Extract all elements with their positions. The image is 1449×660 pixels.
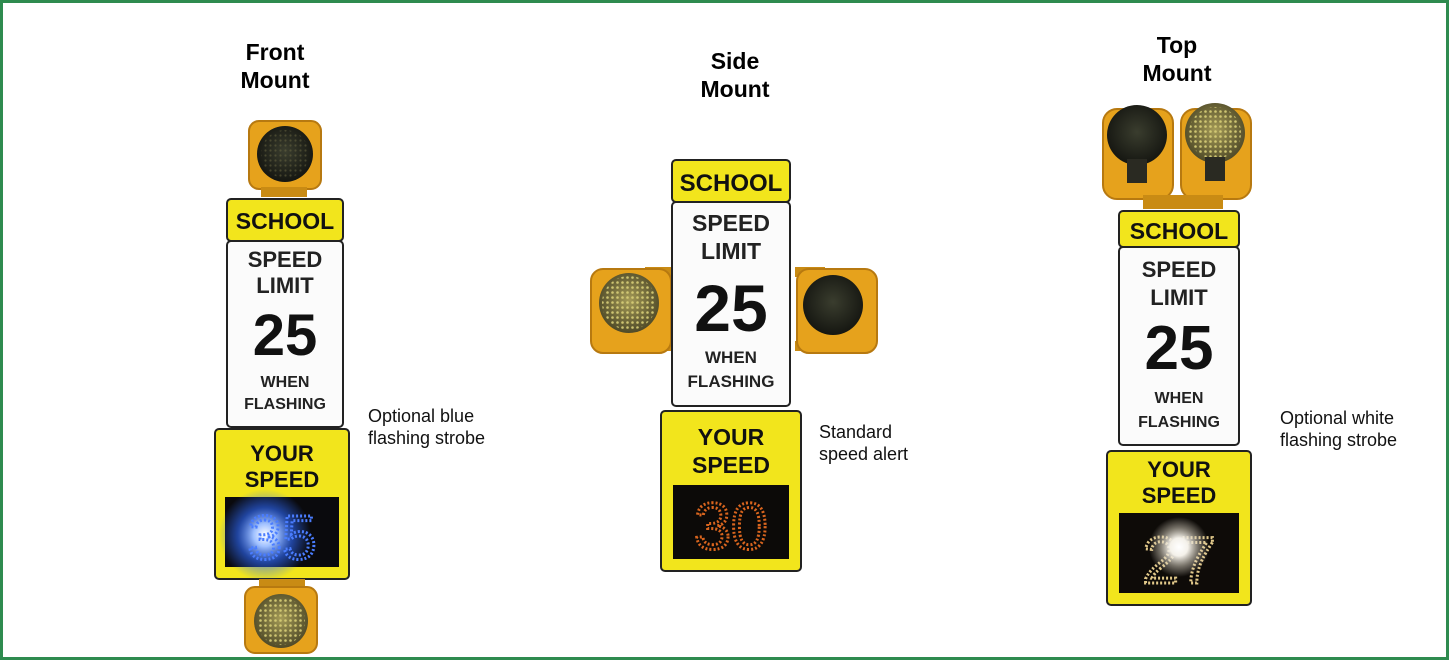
front-caption-line1: Optional blue <box>368 406 475 426</box>
flashing-label: FLASHING <box>688 372 775 391</box>
side-mount-caption: Standard speed alert <box>819 421 908 465</box>
school-label: SCHOOL <box>236 208 334 234</box>
front-mount-assembly: SCHOOL SPEED LIMIT 25 WHEN FLASHING YOUR… <box>214 120 350 654</box>
limit-label: LIMIT <box>701 238 761 264</box>
front-caption-line2: flashing strobe <box>368 428 486 448</box>
side-caption-line2: speed alert <box>819 444 909 464</box>
front-mount-title-line1: Front <box>245 39 305 65</box>
your-speed-display: YOUR SPEED 30 <box>660 410 802 572</box>
beacon-icon <box>1102 105 1174 200</box>
top-mount-title-line1: Top <box>1156 32 1198 58</box>
top-mount-title-line2: Mount <box>1142 60 1212 86</box>
front-mount-title: Front Mount <box>215 38 335 94</box>
speed-label: SPEED <box>1142 257 1217 282</box>
top-mount-caption: Optional white flashing strobe <box>1280 407 1397 451</box>
side-mount-assembly: SCHOOL SPEED LIMIT 25 WHEN FLASHING YOUR… <box>590 159 878 572</box>
speed-display-label: SPEED <box>1142 483 1217 508</box>
top-caption-line2: flashing strobe <box>1280 430 1398 450</box>
speed-display-label: SPEED <box>692 452 770 478</box>
front-mount-caption: Optional blue flashing strobe <box>368 405 485 449</box>
flashing-label: FLASHING <box>1138 414 1220 431</box>
beacon-icon <box>1180 103 1252 200</box>
led-digits-icon: 30 <box>694 489 767 563</box>
your-label: YOUR <box>1147 457 1211 482</box>
your-speed-display: YOUR SPEED 27 <box>1106 450 1252 606</box>
school-speed-limit-sign: SCHOOL SPEED LIMIT 25 WHEN FLASHING <box>671 159 791 407</box>
school-label: SCHOOL <box>1130 218 1228 244</box>
side-mount-title-line2: Mount <box>700 76 770 102</box>
beacon-icon <box>248 120 322 197</box>
school-label: SCHOOL <box>680 170 783 197</box>
limit-number: 25 <box>253 303 318 368</box>
beacon-icon <box>244 579 318 654</box>
speed-label: SPEED <box>248 247 323 272</box>
strobe-flash-icon <box>1149 517 1209 577</box>
school-speed-limit-sign: SCHOOL SPEED LIMIT 25 WHEN FLASHING <box>226 198 344 428</box>
when-label: WHEN <box>261 374 310 391</box>
side-caption-line1: Standard <box>819 422 893 442</box>
limit-number: 25 <box>694 271 767 345</box>
limit-label: LIMIT <box>256 273 314 298</box>
school-speed-limit-sign: SCHOOL SPEED LIMIT 25 WHEN FLASHING <box>1118 210 1240 446</box>
side-mount-title: Side Mount <box>675 47 795 103</box>
top-mount-assembly: SCHOOL SPEED LIMIT 25 WHEN FLASHING YOUR… <box>1102 103 1252 606</box>
your-label: YOUR <box>698 424 765 450</box>
when-label: WHEN <box>705 348 757 367</box>
beacon-icon <box>590 267 675 354</box>
front-mount-title-line2: Mount <box>240 67 310 93</box>
flashing-label: FLASHING <box>244 396 326 413</box>
top-mount-title: Top Mount <box>1117 31 1237 87</box>
led-digits-icon: 35 <box>248 504 317 573</box>
limit-number: 25 <box>1145 314 1214 383</box>
side-mount-title-line1: Side <box>710 48 760 74</box>
page-frame: Front Mount SCHOOL SPEED LIMIT 25 WHEN F… <box>0 0 1449 660</box>
limit-label: LIMIT <box>1150 285 1208 310</box>
speed-label: SPEED <box>692 210 770 236</box>
your-label: YOUR <box>250 441 314 466</box>
beacon-icon <box>795 267 878 354</box>
your-speed-display: YOUR SPEED 35 <box>214 428 350 581</box>
speed-display-label: SPEED <box>245 467 320 492</box>
when-label: WHEN <box>1155 390 1204 407</box>
top-caption-line1: Optional white <box>1280 408 1395 428</box>
